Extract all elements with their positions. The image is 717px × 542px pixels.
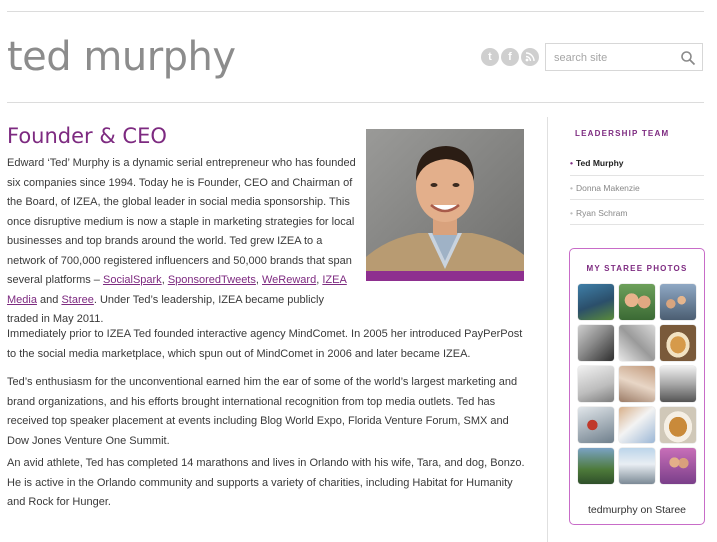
photo-thumbnail[interactable] [619,407,655,443]
site-title[interactable]: ted murphy [7,34,236,80]
link-socialspark[interactable]: SocialSpark [103,274,162,286]
page-title: Founder & CEO [7,124,167,148]
link-wereward[interactable]: WeReward [262,274,316,286]
top-divider [7,11,704,12]
photo-thumbnail[interactable] [660,407,696,443]
social-links: t f [481,48,539,66]
staree-photos-heading: MY STAREE PHOTOS [586,264,688,273]
photo-accent-stripe [366,271,524,281]
profile-photo [366,129,524,281]
facebook-icon[interactable]: f [501,48,519,66]
photo-thumbnail[interactable] [619,448,655,484]
bio-paragraph-1: Edward ‘Ted’ Murphy is a dynamic serial … [7,154,357,330]
photo-thumbnail[interactable] [619,366,655,402]
leadership-team-heading: LEADERSHIP TEAM [575,129,670,138]
rss-icon[interactable] [521,48,539,66]
photo-thumbnail[interactable] [660,325,696,361]
staree-photos-panel: MY STAREE PHOTOS tedmurphy on Staree [569,248,705,525]
bullet-icon: • [570,208,573,218]
photo-thumbnail[interactable] [660,284,696,320]
leader-name: Ted Murphy [575,158,624,168]
photo-thumbnail[interactable] [578,448,614,484]
photo-thumbnail[interactable] [660,448,696,484]
search-box [545,43,703,71]
link-staree[interactable]: Staree [61,294,93,306]
list-divider [570,224,704,225]
search-icon[interactable] [680,50,696,66]
leader-name: Ryan Schram [575,208,628,218]
photo-thumbnail[interactable] [660,366,696,402]
search-input[interactable] [554,49,674,67]
bio-paragraph-3: Ted’s enthusiasm for the unconventional … [7,376,518,447]
staree-profile-link[interactable]: tedmurphy on Staree [570,504,704,516]
photo-thumbnail[interactable] [578,284,614,320]
bullet-icon: • [570,158,573,168]
bullet-icon: • [570,183,573,193]
separator: and [36,293,62,306]
bio-text: Edward ‘Ted’ Murphy is a dynamic serial … [7,157,356,286]
sidebar-item-ted-murphy[interactable]: • Ted Murphy [570,158,704,168]
twitter-icon[interactable]: t [481,48,499,66]
sidebar-divider [547,117,548,542]
sidebar-item-ryan-schram[interactable]: • Ryan Schram [570,208,704,218]
photo-thumbnail[interactable] [619,284,655,320]
list-divider [570,175,704,176]
bio-paragraph-2: Immediately prior to IZEA Ted founded in… [7,328,523,360]
photo-grid [578,284,696,484]
photo-thumbnail[interactable] [619,325,655,361]
sidebar-item-donna-makenzie[interactable]: • Donna Makenzie [570,183,704,193]
photo-thumbnail[interactable] [578,325,614,361]
header-divider [7,102,704,103]
bio-paragraph-4: An avid athlete, Ted has completed 14 ma… [7,457,525,508]
link-sponsoredtweets[interactable]: SponsoredTweets [168,274,256,286]
photo-thumbnail[interactable] [578,366,614,402]
list-divider [570,199,704,200]
photo-thumbnail[interactable] [578,407,614,443]
leader-name: Donna Makenzie [575,183,640,193]
